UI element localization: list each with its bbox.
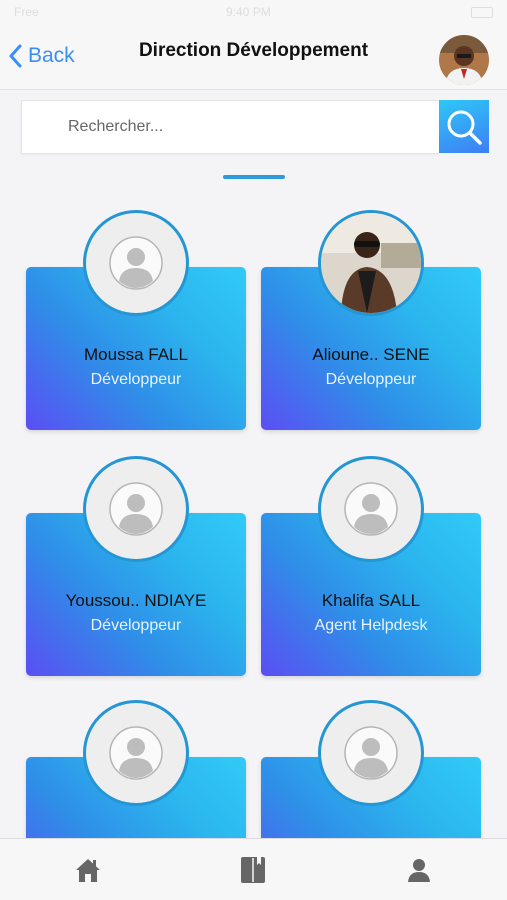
chevron-left-icon xyxy=(9,44,22,68)
employee-card[interactable]: Youssou.. NDIAYE Développeur xyxy=(26,456,246,676)
page-title: Direction Développement xyxy=(138,40,369,61)
employee-name: Khalifa SALL xyxy=(321,591,421,610)
employee-role: Développeur xyxy=(90,371,182,388)
employee-card[interactable]: Khalifa SALL Agent Helpdesk xyxy=(261,456,481,676)
employee-avatar xyxy=(83,210,189,316)
default-avatar-icon xyxy=(109,236,163,290)
tab-profile[interactable] xyxy=(399,853,439,887)
navigation-bar: Back Direction Développement xyxy=(0,26,507,90)
book-icon xyxy=(241,857,265,883)
back-label: Back xyxy=(28,44,75,67)
user-avatar[interactable] xyxy=(439,35,489,85)
tab-directory[interactable] xyxy=(233,853,273,887)
default-avatar-icon xyxy=(109,726,163,780)
employee-role: Agent Helpdesk xyxy=(314,617,428,634)
search-input[interactable] xyxy=(22,101,439,153)
search-box xyxy=(21,100,439,154)
employee-avatar xyxy=(83,700,189,806)
battery-icon xyxy=(471,7,493,18)
user-photo xyxy=(439,35,489,85)
search-button[interactable] xyxy=(439,100,489,153)
tab-home[interactable] xyxy=(68,853,108,887)
employee-avatar xyxy=(83,456,189,562)
tab-indicator xyxy=(223,175,285,179)
employee-role: Développeur xyxy=(90,617,182,634)
time-label: 9:40 PM xyxy=(226,5,271,19)
employee-avatar xyxy=(318,210,424,316)
employee-avatar xyxy=(318,700,424,806)
default-avatar-icon xyxy=(109,482,163,536)
employee-name: Moussa FALL xyxy=(84,345,188,364)
employee-role: Développeur xyxy=(325,371,417,388)
employee-name: Youssou.. NDIAYE xyxy=(65,591,207,610)
default-avatar-icon xyxy=(344,482,398,536)
employee-name: Alioune.. SENE xyxy=(312,345,430,364)
employee-avatar xyxy=(318,456,424,562)
employee-photo xyxy=(321,213,421,313)
profile-icon xyxy=(408,859,430,882)
search-icon xyxy=(447,110,482,145)
home-icon xyxy=(76,859,100,882)
employee-card[interactable]: Alioune.. SENE Développeur xyxy=(261,210,481,430)
tab-bar xyxy=(0,838,507,900)
employee-card[interactable]: Moussa FALL Développeur xyxy=(26,210,246,430)
carrier-label: Free xyxy=(14,5,39,19)
back-button[interactable]: Back xyxy=(8,40,75,72)
default-avatar-icon xyxy=(344,726,398,780)
status-bar: Free 9:40 PM xyxy=(0,0,507,26)
